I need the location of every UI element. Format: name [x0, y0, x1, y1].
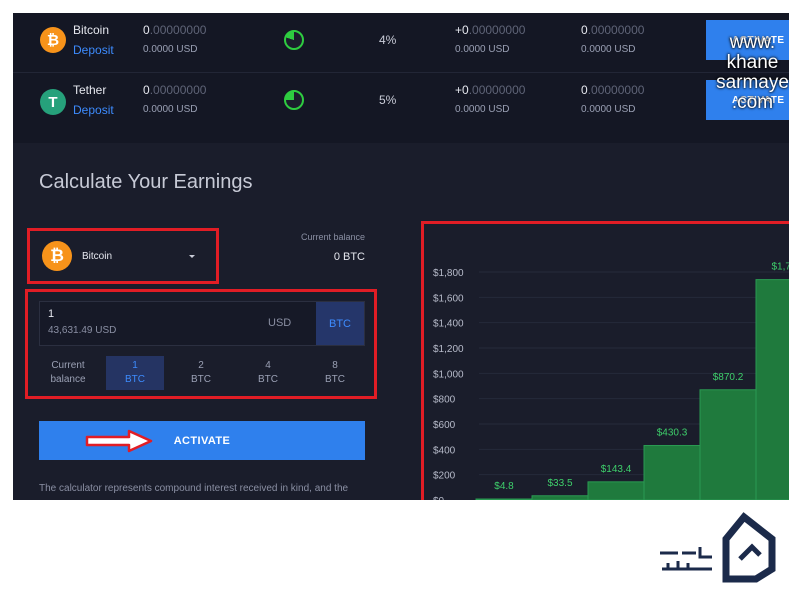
asset-row-bitcoin: ₿ Bitcoin Deposit 0.00000000 0.0000 USD …: [13, 13, 789, 73]
balance-amount: 0.00000000: [143, 23, 207, 37]
calculator-title: Calculate Your Earnings: [39, 171, 253, 193]
earnings-usd: 0.0000 USD: [455, 44, 510, 55]
bar-value-label: $1,74: [771, 262, 789, 273]
asset-row-tether: T Tether Deposit 0.00000000 0.0000 USD 5…: [13, 73, 789, 133]
coin-select[interactable]: ₿ Bitcoin: [37, 238, 208, 274]
arrow-right-icon: [85, 429, 153, 453]
brand-logo-icon: [660, 512, 776, 583]
watermark-line: sarmaye: [716, 72, 789, 93]
y-tick-label: $1,600: [433, 293, 464, 304]
highlight-frame-coin-select: ₿ Bitcoin: [27, 228, 219, 284]
option-1-btc[interactable]: 1 BTC: [106, 356, 164, 390]
balance-amount: 0.00000000: [143, 83, 207, 97]
bar-value-label: $33.5: [547, 478, 572, 489]
tether-coin-icon: T: [40, 89, 66, 115]
chart-bar: [643, 444, 701, 500]
earnings-usd: 0.0000 USD: [455, 104, 510, 115]
y-tick-label: $800: [433, 395, 456, 406]
amount-value: 1: [48, 308, 55, 320]
asset-name: Tether: [73, 83, 107, 97]
share-pie-icon: [284, 90, 304, 110]
earnings-amount: +0.00000000: [455, 23, 526, 37]
calculator-footnote: The calculator represents compound inter…: [39, 483, 349, 494]
earnings-chart: $0$200$400$600$800$1,000$1,200$1,400$1,6…: [421, 221, 789, 500]
earnings-chart-svg: $0$200$400$600$800$1,000$1,200$1,400$1,6…: [433, 262, 789, 500]
y-tick-label: $600: [433, 420, 456, 431]
bar-value-label: $143.4: [601, 464, 632, 475]
y-tick-label: $1,400: [433, 319, 464, 330]
chart-bar: [587, 481, 645, 500]
total-amount: 0.00000000: [581, 23, 645, 37]
total-amount: 0.00000000: [581, 83, 645, 97]
app-screen: ₿ Bitcoin Deposit 0.00000000 0.0000 USD …: [13, 13, 789, 500]
watermark: www. khane sarmaye .com: [705, 33, 789, 113]
watermark-line: www.: [729, 32, 776, 53]
balance-usd: 0.0000 USD: [143, 104, 198, 115]
option-4-btc[interactable]: 4 BTC: [239, 356, 297, 390]
chart-bar: [699, 389, 757, 500]
bitcoin-coin-icon: ₿: [42, 241, 72, 271]
bar-value-label: $4.8: [494, 481, 514, 492]
watermark-line: .com: [731, 92, 774, 113]
deposit-link[interactable]: Deposit: [73, 103, 114, 117]
currency-btc-toggle[interactable]: BTC: [316, 302, 364, 345]
highlight-frame-amount: 1 43,631.49 USD USD BTC Current balance 1…: [25, 289, 377, 399]
asset-name: Bitcoin: [73, 23, 110, 37]
activate-button[interactable]: ACTIVATE: [39, 421, 365, 460]
amount-usd: 43,631.49 USD: [48, 325, 117, 336]
assets-table: ₿ Bitcoin Deposit 0.00000000 0.0000 USD …: [13, 13, 789, 143]
bar-value-label: $870.2: [713, 372, 744, 383]
total-usd: 0.0000 USD: [581, 104, 636, 115]
total-usd: 0.0000 USD: [581, 44, 636, 55]
amount-input[interactable]: 1 43,631.49 USD USD BTC: [39, 301, 365, 346]
y-tick-label: $200: [433, 471, 456, 482]
share-pie-icon: [284, 30, 304, 50]
option-8-btc[interactable]: 8 BTC: [306, 356, 364, 390]
balance-usd: 0.0000 USD: [143, 44, 198, 55]
share-percent: 5%: [379, 93, 397, 107]
chart-bar: [755, 279, 789, 500]
earnings-amount: +0.00000000: [455, 83, 526, 97]
watermark-line: khane: [726, 52, 779, 73]
share-percent: 4%: [379, 33, 397, 47]
bar-value-label: $430.3: [657, 427, 688, 438]
option-current-balance[interactable]: Current balance: [39, 356, 97, 390]
activate-button-label: ACTIVATE: [173, 434, 231, 447]
option-2-btc[interactable]: 2 BTC: [172, 356, 230, 390]
amount-options: Current balance 1 BTC 2 BTC 4 BTC 8 BTC: [39, 356, 365, 390]
y-tick-label: $1,200: [433, 344, 464, 355]
coin-select-label: Bitcoin: [82, 250, 113, 262]
bitcoin-coin-icon: ₿: [40, 27, 66, 53]
current-balance-label: Current balance: [300, 232, 365, 242]
y-tick-label: $1,800: [433, 268, 464, 279]
deposit-link[interactable]: Deposit: [73, 43, 114, 57]
y-tick-label: $400: [433, 445, 456, 456]
y-tick-label: $1,000: [433, 369, 464, 380]
chevron-down-icon: [189, 254, 195, 258]
current-balance-value: 0 BTC: [333, 251, 365, 263]
currency-usd-toggle[interactable]: USD: [268, 317, 291, 329]
